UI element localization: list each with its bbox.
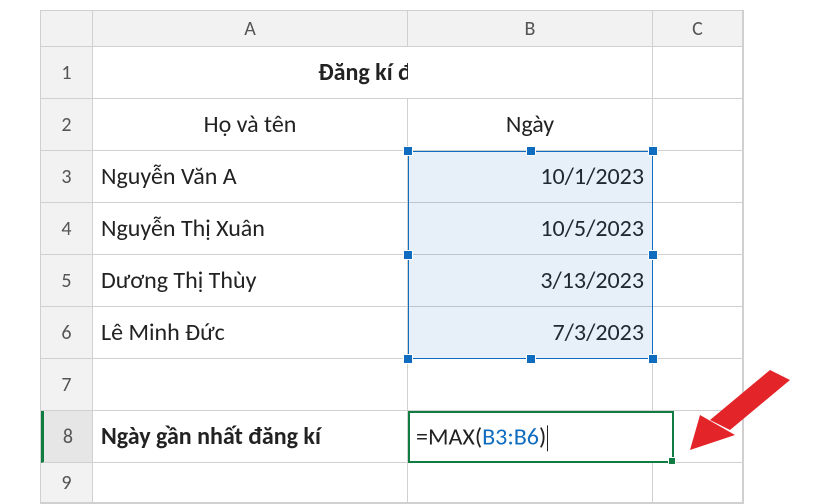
cell-C3[interactable] bbox=[653, 151, 743, 203]
cell-C1[interactable] bbox=[653, 47, 743, 99]
selection-handle[interactable] bbox=[526, 354, 536, 364]
row-header-7[interactable]: 7 bbox=[41, 359, 93, 411]
selection-handle[interactable] bbox=[526, 146, 536, 156]
cell-B5[interactable]: 3/13/2023 bbox=[408, 255, 653, 307]
cell-A1[interactable]: Đăng kí đi thực tập bbox=[93, 47, 408, 99]
cell-A4[interactable]: Nguyễn Thị Xuân bbox=[93, 203, 408, 255]
row-header-5[interactable]: 5 bbox=[41, 255, 93, 307]
cell-A5[interactable]: Dương Thị Thùy bbox=[93, 255, 408, 307]
cell-C9[interactable] bbox=[653, 463, 743, 503]
cell-C5[interactable] bbox=[653, 255, 743, 307]
selection-handle[interactable] bbox=[403, 250, 413, 260]
cell-B8[interactable] bbox=[408, 411, 653, 463]
cell-B7[interactable] bbox=[408, 359, 653, 411]
column-header-B[interactable]: B bbox=[408, 11, 653, 47]
spreadsheet-grid[interactable]: A B C 1 Đăng kí đi thực tập 2 Họ và tên … bbox=[40, 10, 744, 504]
row-header-1[interactable]: 1 bbox=[41, 47, 93, 99]
select-all-corner[interactable] bbox=[41, 11, 93, 47]
cell-B1[interactable] bbox=[408, 47, 653, 99]
selection-handle[interactable] bbox=[648, 250, 658, 260]
cell-A2[interactable]: Họ và tên bbox=[93, 99, 408, 151]
row-header-4[interactable]: 4 bbox=[41, 203, 93, 255]
column-header-C[interactable]: C bbox=[653, 11, 743, 47]
cell-C2[interactable] bbox=[653, 99, 743, 151]
row-header-6[interactable]: 6 bbox=[41, 307, 93, 359]
selection-handle[interactable] bbox=[403, 354, 413, 364]
selection-handle[interactable] bbox=[403, 146, 413, 156]
cell-C4[interactable] bbox=[653, 203, 743, 255]
cell-A7[interactable] bbox=[93, 359, 408, 411]
row-header-2[interactable]: 2 bbox=[41, 99, 93, 151]
cell-A9[interactable] bbox=[93, 463, 408, 503]
cell-B6[interactable]: 7/3/2023 bbox=[408, 307, 653, 359]
annotation-arrow-icon bbox=[680, 360, 800, 450]
row-header-8[interactable]: 8 bbox=[41, 411, 93, 463]
cell-B2[interactable]: Ngày bbox=[408, 99, 653, 151]
selection-handle[interactable] bbox=[648, 354, 658, 364]
cell-C6[interactable] bbox=[653, 307, 743, 359]
cell-B9[interactable] bbox=[408, 463, 653, 503]
row-header-9[interactable]: 9 bbox=[41, 463, 93, 503]
cell-B4[interactable]: 10/5/2023 bbox=[408, 203, 653, 255]
row-header-3[interactable]: 3 bbox=[41, 151, 93, 203]
cell-A8[interactable]: Ngày gần nhất đăng kí bbox=[93, 411, 408, 463]
selection-handle[interactable] bbox=[648, 146, 658, 156]
column-header-A[interactable]: A bbox=[93, 11, 408, 47]
cell-B3[interactable]: 10/1/2023 bbox=[408, 151, 653, 203]
cell-A3[interactable]: Nguyễn Văn A bbox=[93, 151, 408, 203]
cell-A6[interactable]: Lê Minh Đức bbox=[93, 307, 408, 359]
